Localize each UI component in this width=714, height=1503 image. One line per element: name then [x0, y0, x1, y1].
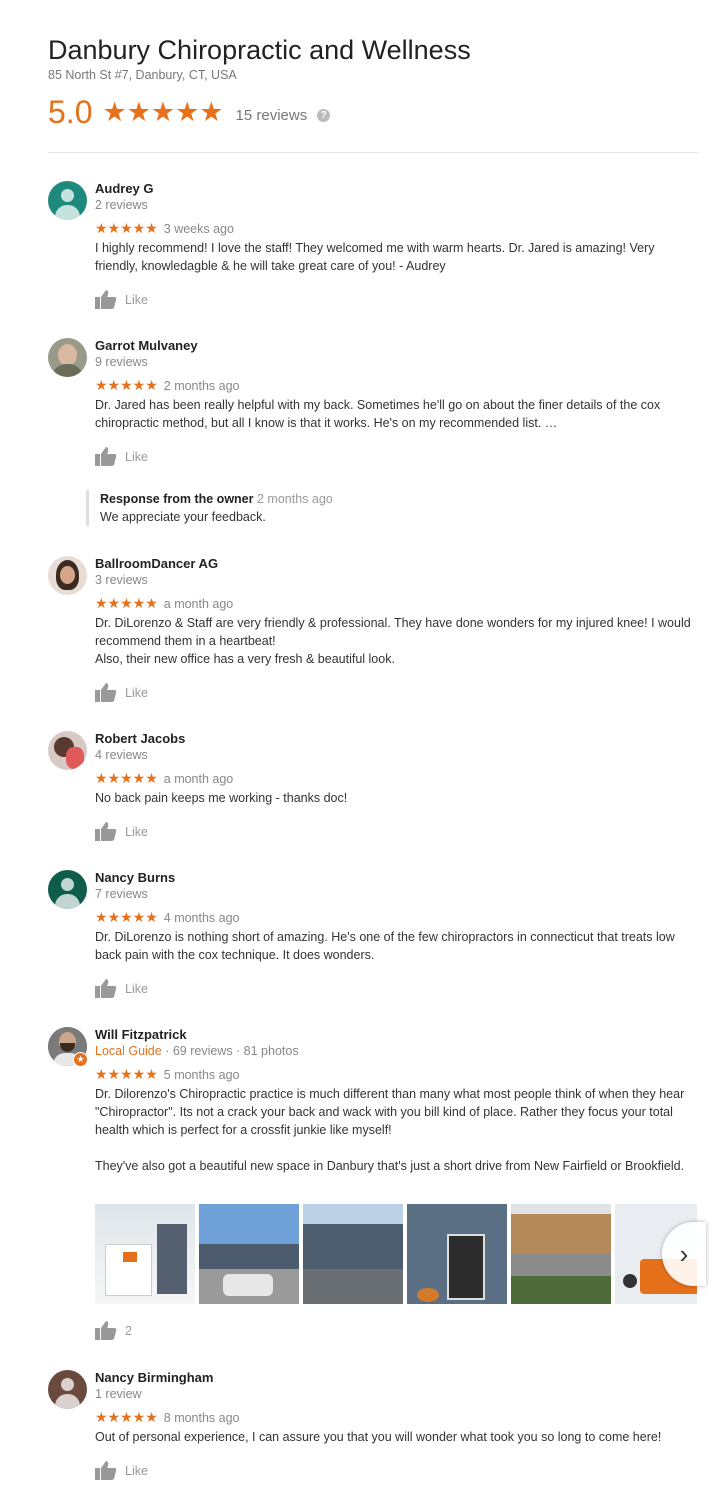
- review-photo[interactable]: [199, 1204, 299, 1304]
- owner-response: Response from the owner 2 months ago We …: [86, 490, 700, 526]
- avatar[interactable]: [48, 870, 87, 909]
- review-stars: ★★★★★: [95, 770, 158, 786]
- reviewer-meta: 3 reviews: [95, 573, 148, 587]
- like-button[interactable]: Like: [95, 978, 695, 998]
- review-text: Dr. Jared has been really helpful with m…: [95, 398, 661, 430]
- business-header: Danbury Chiropractic and Wellness 85 Nor…: [48, 34, 698, 132]
- review-text: Dr. DiLorenzo & Staff are very friendly …: [95, 616, 691, 666]
- local-guide-badge-icon: ★: [73, 1052, 88, 1067]
- thumbs-up-icon: [95, 822, 117, 841]
- rating-value: 5.0: [48, 93, 93, 130]
- review-time: 5 months ago: [163, 1068, 240, 1082]
- like-label: Like: [125, 686, 148, 700]
- review-time: 4 months ago: [163, 911, 240, 925]
- local-guide-label: Local Guide: [95, 1044, 162, 1058]
- review-time: 2 months ago: [163, 379, 240, 393]
- chevron-right-icon: ›: [679, 1238, 689, 1269]
- thumbs-up-icon: [95, 1461, 117, 1480]
- like-button[interactable]: 2: [95, 1320, 695, 1340]
- avatar[interactable]: [48, 181, 87, 220]
- like-button[interactable]: Like: [95, 1460, 695, 1480]
- like-label: Like: [125, 450, 148, 464]
- avatar[interactable]: ★: [48, 1027, 88, 1067]
- review-photo[interactable]: [303, 1204, 403, 1304]
- like-button[interactable]: Like: [95, 821, 695, 841]
- reviewer-name[interactable]: Garrot Mulvaney: [95, 338, 695, 354]
- thumbs-up-icon: [95, 290, 117, 309]
- like-button[interactable]: Like: [95, 446, 695, 466]
- like-label: Like: [125, 825, 148, 839]
- review-photo[interactable]: [95, 1204, 195, 1304]
- review-time: 3 weeks ago: [163, 222, 234, 236]
- avatar[interactable]: [48, 731, 87, 770]
- reviewer-meta: 7 reviews: [95, 887, 148, 901]
- review-stars: ★★★★★: [95, 1409, 158, 1425]
- review-count-link[interactable]: 15 reviews: [236, 107, 308, 124]
- reviewer-name[interactable]: Nancy Burns: [95, 870, 695, 886]
- review-time: 8 months ago: [163, 1411, 240, 1425]
- reviewer-meta: 4 reviews: [95, 748, 148, 762]
- review-photo-strip: [95, 1204, 697, 1304]
- like-label: Like: [125, 1464, 148, 1478]
- owner-response-title: Response from the owner: [100, 492, 254, 506]
- like-button[interactable]: Like: [95, 682, 695, 702]
- reviewer-name[interactable]: Robert Jacobs: [95, 731, 695, 747]
- thumbs-up-icon: [95, 683, 117, 702]
- thumbs-up-icon: [95, 1321, 117, 1340]
- owner-response-text: We appreciate your feedback.: [100, 510, 266, 524]
- reviewer-name[interactable]: BallroomDancer AG: [95, 556, 695, 572]
- reviewer-name[interactable]: Will Fitzpatrick: [95, 1027, 695, 1043]
- rating-summary: 5.0 ★★★★★ 15 reviews ?: [48, 92, 698, 132]
- business-name: Danbury Chiropractic and Wellness: [48, 35, 471, 65]
- reviewer-meta: 2 reviews: [95, 198, 148, 212]
- thumbs-up-icon: [95, 979, 117, 998]
- review-photo[interactable]: [511, 1204, 611, 1304]
- help-icon[interactable]: ?: [317, 108, 331, 122]
- review-text: I highly recommend! I love the staff! Th…: [95, 241, 655, 273]
- thumbs-up-icon: [95, 447, 117, 466]
- review-stars: ★★★★★: [95, 909, 158, 925]
- avatar[interactable]: [48, 556, 87, 595]
- review-photo[interactable]: [407, 1204, 507, 1304]
- like-button[interactable]: Like: [95, 289, 695, 309]
- like-count: 2: [125, 1324, 132, 1338]
- review-stars: ★★★★★: [95, 1066, 158, 1082]
- like-label: Like: [125, 982, 148, 996]
- avatar[interactable]: [48, 1370, 87, 1409]
- like-label: Like: [125, 293, 148, 307]
- review-text: Dr. Dilorenzo's Chiropractic practice is…: [95, 1087, 685, 1173]
- review-time: a month ago: [163, 772, 234, 786]
- review-time: a month ago: [163, 597, 234, 611]
- reviewer-name[interactable]: Nancy Birmingham: [95, 1370, 695, 1386]
- business-address: 85 North St #7, Danbury, CT, USA: [48, 68, 237, 82]
- reviewer-meta: · 69 reviews · 81 photos: [161, 1044, 299, 1058]
- review-stars: ★★★★★: [95, 220, 158, 236]
- rating-stars: ★★★★★: [102, 96, 224, 127]
- review-text: Out of personal experience, I can assure…: [95, 1430, 662, 1444]
- review-stars: ★★★★★: [95, 595, 158, 611]
- owner-response-time: 2 months ago: [256, 492, 333, 506]
- header-divider: [48, 152, 698, 153]
- reviewer-meta: 1 review: [95, 1387, 142, 1401]
- review-text: Dr. DiLorenzo is nothing short of amazin…: [95, 930, 675, 962]
- reviewer-name[interactable]: Audrey G: [95, 181, 695, 197]
- review-stars: ★★★★★: [95, 377, 158, 393]
- review-text: No back pain keeps me working - thanks d…: [95, 791, 348, 805]
- avatar[interactable]: [48, 338, 87, 377]
- reviewer-meta: 9 reviews: [95, 355, 148, 369]
